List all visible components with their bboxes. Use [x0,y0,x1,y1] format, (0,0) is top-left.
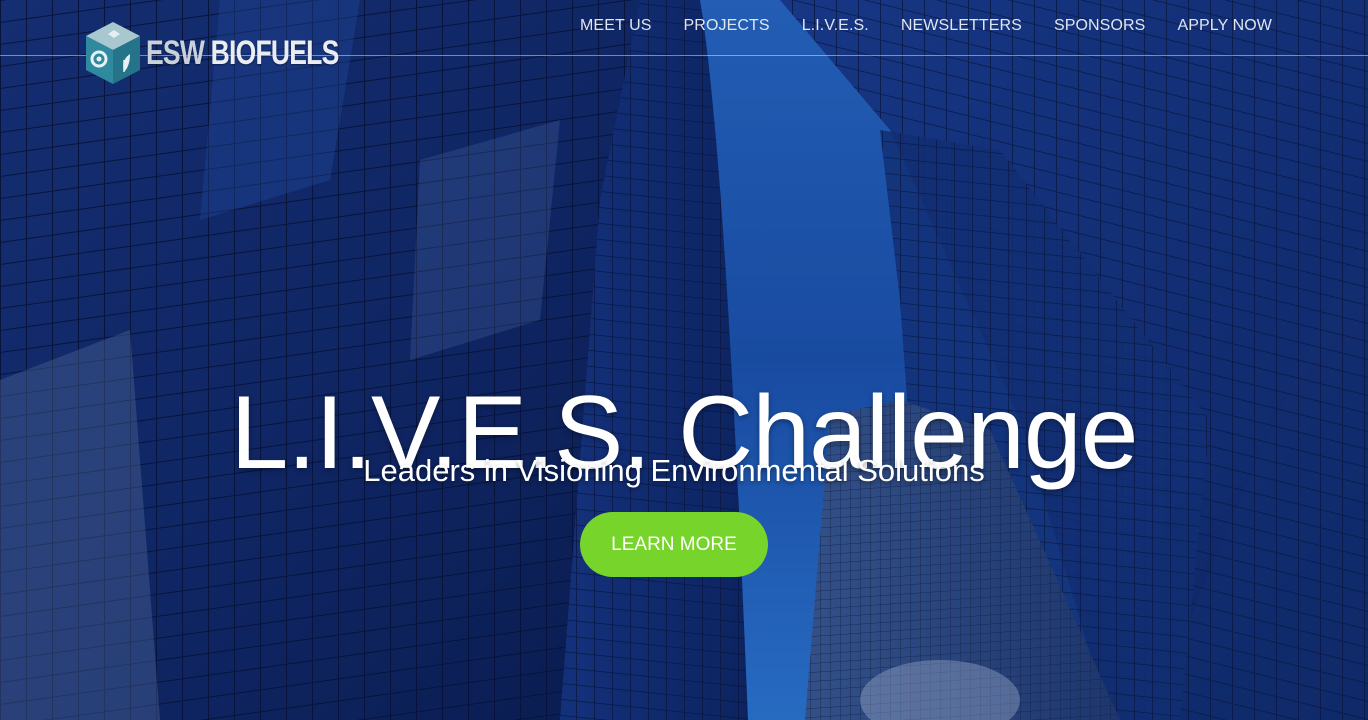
nav-item-newsletters[interactable]: NEWSLETTERS [901,15,1022,37]
logo-cube-icon [86,22,140,84]
main-navigation: MEET US PROJECTS L.I.V.E.S. NEWSLETTERS … [548,15,1272,37]
logo-text-biofuels: BIOFUELS [210,33,340,72]
nav-item-projects[interactable]: PROJECTS [684,15,770,37]
nav-item-lives[interactable]: L.I.V.E.S. [802,15,869,37]
nav-item-apply-now[interactable]: APPLY NOW [1177,15,1272,37]
nav-item-sponsors[interactable]: SPONSORS [1054,15,1146,37]
background-skyscrapers-image [0,0,1368,720]
esw-biofuels-logo[interactable]: ESW BIOFUELS [84,18,393,88]
hero-section: ESW BIOFUELS MEET US PROJECTS L.I.V.E.S.… [0,0,1368,720]
nav-item-meet-us[interactable]: MEET US [580,15,652,37]
learn-more-button[interactable]: LEARN MORE [580,512,768,577]
logo-text-esw: ESW [146,33,205,72]
logo-wordmark: ESW BIOFUELS [146,34,339,73]
hero-subtitle: Leaders in Visioning Environmental Solut… [363,453,985,488]
